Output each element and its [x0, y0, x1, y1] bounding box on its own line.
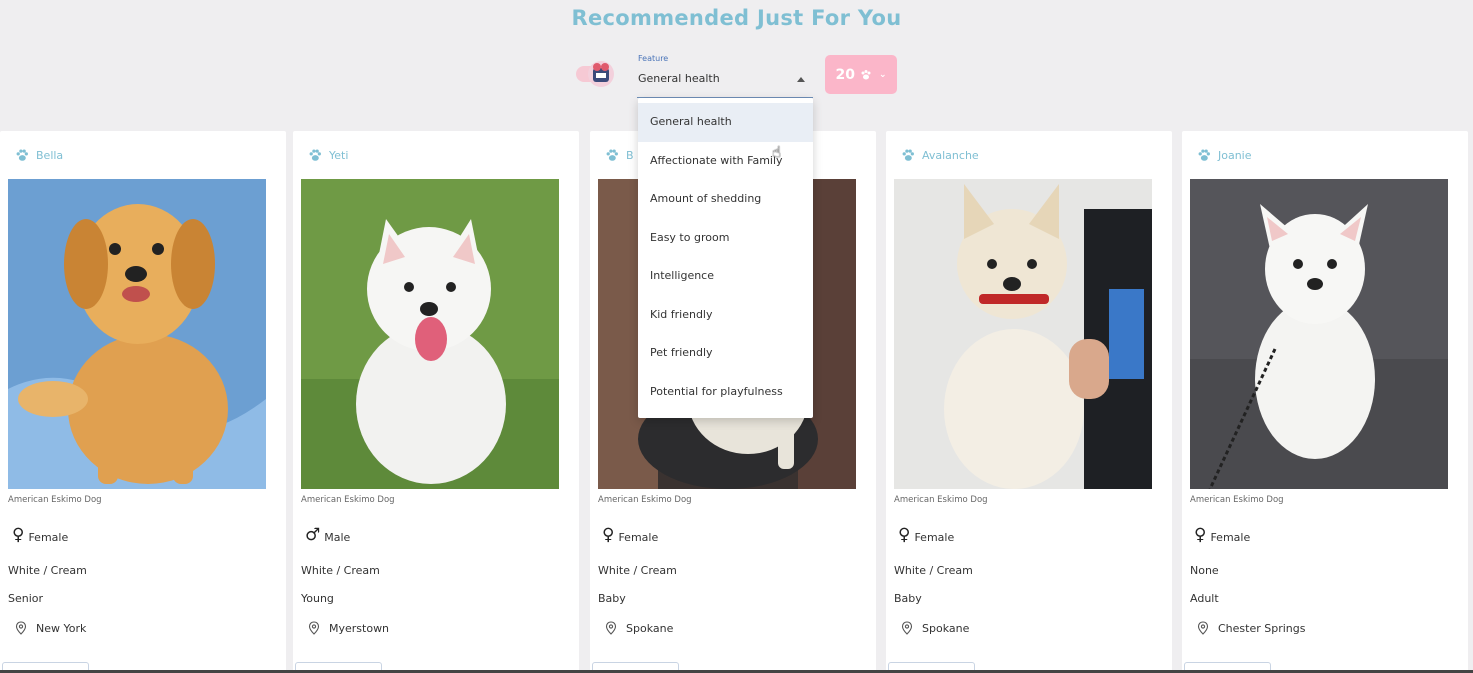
- dropdown-option-easy-to-groom[interactable]: Easy to groom: [638, 219, 813, 258]
- pet-color: None: [1190, 564, 1219, 577]
- pet-color: White / Cream: [598, 564, 677, 577]
- pet-card[interactable]: Bella American Eskimo Dog ♀ Female White…: [0, 131, 286, 673]
- pet-name[interactable]: Joanie: [1218, 149, 1252, 162]
- pet-age: Senior: [8, 592, 44, 605]
- pet-photo[interactable]: [1190, 179, 1448, 489]
- pet-photo[interactable]: [8, 179, 266, 489]
- paw-icon: [902, 149, 914, 161]
- chevron-down-icon: ⌄: [878, 69, 887, 80]
- location-pin-icon: [308, 621, 320, 635]
- pet-location: Myerstown: [308, 621, 389, 635]
- dropdown-option-affectionate[interactable]: Affectionate with Family: [638, 142, 813, 181]
- female-icon: ♀: [12, 525, 25, 545]
- pet-breed: American Eskimo Dog: [301, 495, 395, 505]
- dropdown-option-pet-friendly[interactable]: Pet friendly: [638, 334, 813, 373]
- pet-color: White / Cream: [301, 564, 380, 577]
- feature-select-value: General health: [638, 72, 720, 85]
- card-header: Joanie: [1197, 149, 1252, 162]
- pet-gender: ♀ Female: [1194, 525, 1251, 545]
- pet-age: Adult: [1190, 592, 1219, 605]
- caret-up-icon: [797, 77, 805, 82]
- card-header: Yeti: [308, 149, 348, 162]
- pet-card[interactable]: Joanie American Eskimo Dog ♀ Female None…: [1182, 131, 1468, 673]
- count-button[interactable]: 20 ⌄: [825, 55, 897, 94]
- female-icon: ♀: [898, 525, 911, 545]
- page-title: Recommended Just For You: [571, 6, 902, 30]
- female-icon: ♀: [1194, 525, 1207, 545]
- pet-location: Spokane: [605, 621, 673, 635]
- hand-cursor-icon: ☝: [772, 143, 782, 161]
- logo: [576, 58, 616, 90]
- pet-gender: ♀ Female: [12, 525, 69, 545]
- pet-name[interactable]: B: [626, 149, 634, 162]
- pet-location-label: Spokane: [626, 621, 674, 635]
- pet-photo[interactable]: [301, 179, 559, 489]
- pet-name[interactable]: Avalanche: [922, 149, 979, 162]
- pet-location-label: Chester Springs: [1218, 621, 1306, 635]
- pet-name[interactable]: Bella: [36, 149, 63, 162]
- card-header: Bella: [15, 149, 63, 162]
- pet-photo[interactable]: [894, 179, 1152, 489]
- paw-icon: [309, 149, 321, 161]
- feature-select[interactable]: Feature General health: [637, 52, 813, 98]
- pet-gender-label: Female: [28, 531, 69, 544]
- pet-gender-label: Male: [324, 531, 351, 544]
- pet-location: Chester Springs: [1197, 621, 1305, 635]
- pet-gender: ♀ Female: [898, 525, 955, 545]
- pet-breed: American Eskimo Dog: [894, 495, 988, 505]
- pet-name[interactable]: Yeti: [329, 149, 348, 162]
- location-pin-icon: [901, 621, 913, 635]
- card-header: Avalanche: [901, 149, 979, 162]
- pet-breed: American Eskimo Dog: [1190, 495, 1284, 505]
- pet-breed: American Eskimo Dog: [598, 495, 692, 505]
- location-pin-icon: [605, 621, 617, 635]
- pet-breed: American Eskimo Dog: [8, 495, 102, 505]
- paw-icon: [861, 69, 871, 79]
- pet-age: Baby: [598, 592, 626, 605]
- pet-gender-label: Female: [618, 531, 659, 544]
- pet-location-label: Myerstown: [329, 621, 390, 635]
- pet-gender: ♀ Female: [602, 525, 659, 545]
- feature-dropdown-menu: General health Affectionate with Family …: [638, 98, 813, 418]
- pet-location: Spokane: [901, 621, 969, 635]
- dog-logo-icon: [588, 61, 614, 87]
- pet-age: Baby: [894, 592, 922, 605]
- pet-card[interactable]: Avalanche American Eskimo Dog ♀ Female W…: [886, 131, 1172, 673]
- feature-select-label: Feature: [638, 54, 669, 63]
- location-pin-icon: [15, 621, 27, 635]
- pet-location-label: New York: [36, 621, 87, 635]
- paw-icon: [1198, 149, 1210, 161]
- dropdown-option-general-health[interactable]: General health: [638, 103, 813, 142]
- pet-age: Young: [301, 592, 334, 605]
- dropdown-option-intelligence[interactable]: Intelligence: [638, 257, 813, 296]
- paw-icon: [16, 149, 28, 161]
- dropdown-option-playfulness[interactable]: Potential for playfulness: [638, 373, 813, 412]
- pet-color: White / Cream: [894, 564, 973, 577]
- male-icon: ♂: [305, 525, 321, 545]
- pet-location-label: Spokane: [922, 621, 970, 635]
- female-icon: ♀: [602, 525, 615, 545]
- pet-gender-label: Female: [1210, 531, 1251, 544]
- pet-color: White / Cream: [8, 564, 87, 577]
- pet-card[interactable]: Yeti American Eskimo Dog ♂ Male White / …: [293, 131, 579, 673]
- pet-gender: ♂ Male: [305, 525, 351, 545]
- location-pin-icon: [1197, 621, 1209, 635]
- card-header: B: [605, 149, 634, 162]
- dropdown-option-shedding[interactable]: Amount of shedding: [638, 180, 813, 219]
- pet-location: New York: [15, 621, 86, 635]
- count-value: 20: [835, 66, 855, 83]
- dropdown-option-kid-friendly[interactable]: Kid friendly: [638, 296, 813, 335]
- pet-gender-label: Female: [914, 531, 955, 544]
- paw-icon: [606, 149, 618, 161]
